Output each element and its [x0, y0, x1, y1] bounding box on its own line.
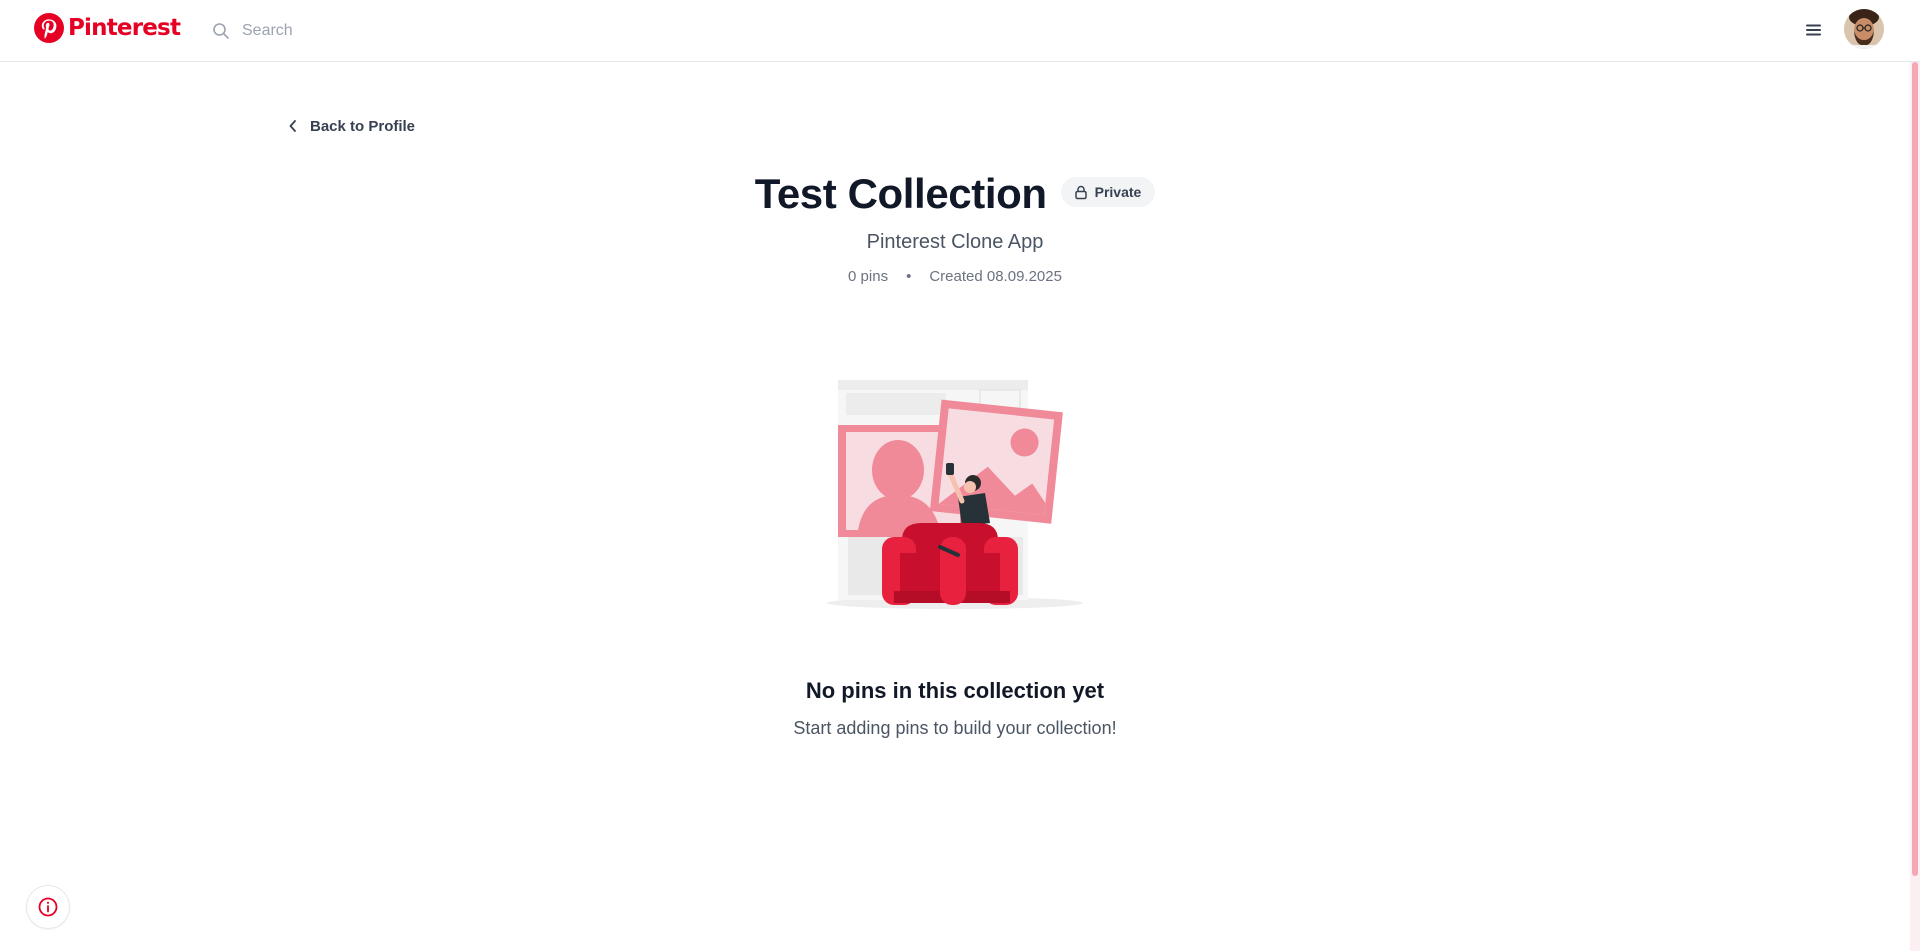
privacy-badge-label: Private: [1094, 184, 1142, 200]
search-input[interactable]: [242, 22, 662, 40]
pinterest-logo-icon: [34, 13, 64, 43]
empty-collection-illustration: [827, 380, 1083, 609]
search-bar: [212, 18, 712, 44]
page-title: Test Collection: [754, 170, 1047, 217]
collection-meta: 0 pins • Created 08.09.2025: [0, 268, 1910, 285]
info-icon: [38, 897, 58, 917]
back-to-profile-link[interactable]: Back to Profile: [288, 115, 415, 137]
hamburger-menu-icon: [1806, 24, 1821, 36]
empty-state-message: Start adding pins to build your collecti…: [793, 718, 1117, 738]
user-avatar-image: [1844, 9, 1884, 49]
pinterest-logo[interactable]: Pinterest: [34, 13, 181, 43]
search-icon: [213, 23, 229, 39]
privacy-badge: Private: [1060, 177, 1156, 207]
empty-state-title: No pins in this collection yet: [805, 678, 1105, 703]
lock-icon: [1074, 185, 1087, 199]
avatar[interactable]: [1844, 9, 1884, 49]
pin-count: 0 pins: [848, 268, 889, 285]
collection-subtitle: Pinterest Clone App: [866, 231, 1044, 253]
scrollbar-thumb[interactable]: [1912, 62, 1918, 876]
info-button[interactable]: [26, 885, 70, 929]
collection-header: Test Collection Private: [0, 170, 1910, 218]
back-to-profile-label: Back to Profile: [310, 117, 416, 135]
top-header: Pinterest: [0, 0, 1920, 62]
page-scrollbar[interactable]: [1910, 62, 1920, 951]
menu-button[interactable]: [1800, 19, 1828, 41]
chevron-left-icon: [289, 120, 296, 132]
meta-separator: •: [906, 268, 912, 285]
created-date: Created 08.09.2025: [929, 268, 1062, 285]
logo-text: Pinterest: [68, 15, 181, 41]
